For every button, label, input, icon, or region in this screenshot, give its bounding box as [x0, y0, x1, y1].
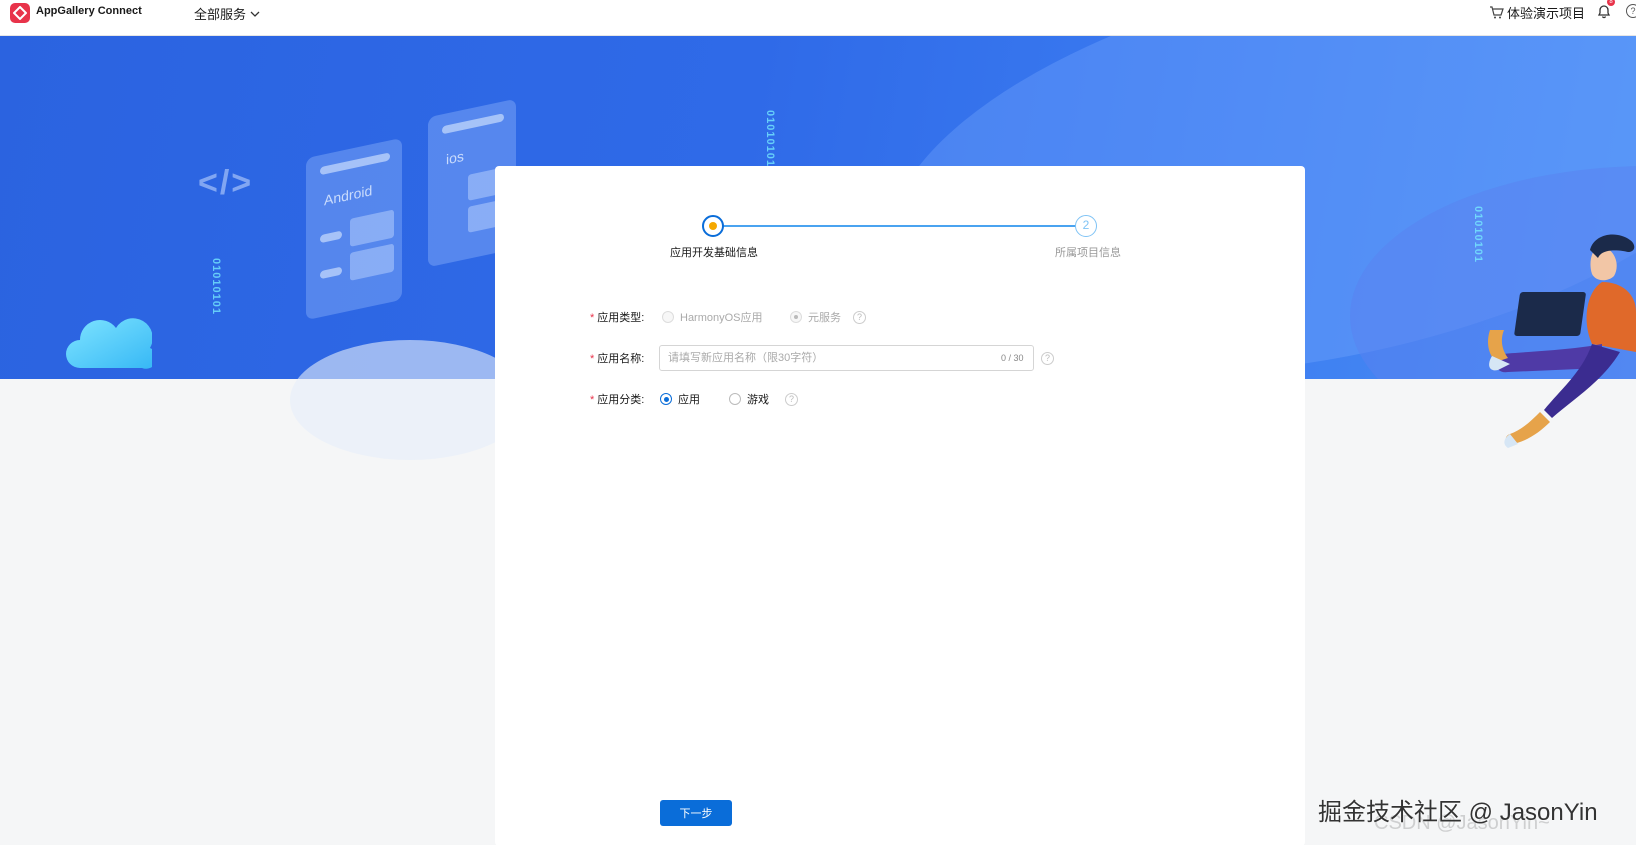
app-type-harmonyos-radio[interactable]: HarmonyOS应用 — [662, 309, 763, 325]
appgallery-logo-icon[interactable] — [10, 3, 30, 23]
required-mark: * — [590, 312, 595, 324]
app-type-label-text: 应用类型: — [597, 312, 645, 324]
app-name-input[interactable] — [659, 345, 1034, 371]
watermark: 掘金技术社区 @ JasonYin — [1318, 799, 1598, 826]
app-name-char-counter: 0 / 30 — [1001, 353, 1024, 363]
brand-name[interactable]: AppGallery Connect — [36, 5, 142, 17]
step-1-indicator — [702, 215, 724, 237]
ios-card-label: ios — [446, 147, 464, 168]
step-indicator: 2 应用开发基础信息 所属项目信息 — [495, 166, 1305, 266]
binary-decoration: 01010101 — [764, 110, 776, 167]
top-bar: AppGallery Connect 全部服务 体验演示项目 8 ? — [0, 0, 1636, 36]
app-type-row: * 应用类型: HarmonyOS应用 元服务 ? — [495, 304, 1305, 330]
app-type-label: * 应用类型: — [590, 309, 644, 325]
help-icon[interactable]: ? — [1626, 4, 1636, 18]
app-type-atomic-service-label: 元服务 — [808, 312, 841, 324]
cloud-icon — [66, 318, 152, 369]
app-type-harmonyos-label: HarmonyOS应用 — [680, 312, 763, 324]
app-category-help-icon[interactable]: ? — [785, 392, 798, 406]
radio-circle — [662, 311, 674, 323]
all-services-label: 全部服务 — [194, 7, 247, 22]
app-name-label-text: 应用名称: — [597, 353, 645, 365]
android-card-label: Android — [324, 182, 373, 209]
step-connector — [713, 225, 1077, 227]
chevron-down-icon — [250, 11, 260, 17]
required-mark: * — [590, 353, 595, 365]
radio-circle — [660, 393, 672, 405]
all-services-menu[interactable]: 全部服务 — [194, 4, 260, 23]
required-mark: * — [590, 394, 595, 406]
app-category-app-radio[interactable]: 应用 — [660, 391, 700, 407]
android-card-illustration: Android — [306, 137, 402, 321]
binary-decoration: 01010101 — [210, 258, 222, 315]
radio-circle — [790, 311, 802, 323]
app-type-help-icon[interactable]: ? — [853, 310, 866, 324]
demo-project-label: 体验演示项目 — [1507, 6, 1586, 21]
cart-icon — [1490, 6, 1504, 19]
background-decoration — [290, 340, 530, 460]
code-symbol-icon: </> — [198, 164, 254, 202]
app-category-app-label: 应用 — [678, 394, 700, 406]
person-with-laptop-illustration — [1488, 234, 1636, 448]
radio-circle — [729, 393, 741, 405]
app-category-row: * 应用分类: 应用 游戏 ? — [495, 386, 1305, 412]
app-type-atomic-service-radio[interactable]: 元服务 — [790, 309, 841, 325]
notification-badge: 8 — [1607, 0, 1615, 6]
app-category-game-label: 游戏 — [747, 394, 769, 406]
app-name-label: * 应用名称: — [590, 350, 644, 366]
next-step-button[interactable]: 下一步 — [660, 800, 732, 826]
app-name-help-icon[interactable]: ? — [1041, 351, 1054, 365]
app-category-label: * 应用分类: — [590, 391, 644, 407]
create-app-form-card: 2 应用开发基础信息 所属项目信息 * 应用类型: HarmonyOS应用 元服务… — [495, 166, 1305, 845]
demo-project-button[interactable]: 体验演示项目 — [1489, 3, 1585, 22]
app-name-row: *应用名称: 0 / 30 ? — [495, 345, 1305, 371]
step-2-label: 所属项目信息 — [1055, 247, 1121, 259]
app-category-label-text: 应用分类: — [597, 394, 645, 406]
step-2-indicator: 2 — [1075, 215, 1097, 237]
step-1-label: 应用开发基础信息 — [670, 247, 758, 259]
app-category-game-radio[interactable]: 游戏 — [729, 391, 769, 407]
